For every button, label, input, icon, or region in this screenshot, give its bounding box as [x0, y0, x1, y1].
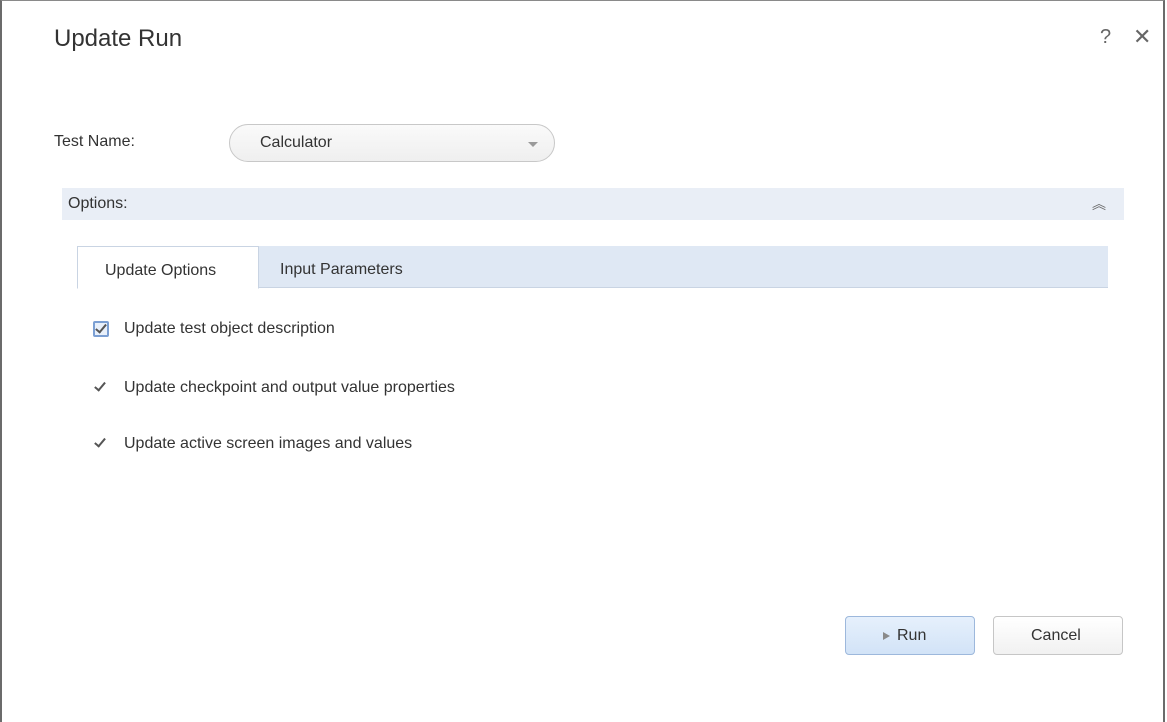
- test-name-label: Test Name:: [54, 133, 135, 150]
- checkbox-checked[interactable]: [93, 435, 109, 452]
- close-icon[interactable]: ✕: [1133, 25, 1151, 49]
- options-label: Options:: [68, 195, 128, 212]
- option-label: Update checkpoint and output value prope…: [124, 379, 455, 396]
- update-run-dialog: Update Run ? ✕ Test Name: Calculator Opt…: [0, 0, 1165, 722]
- checkbox-checked[interactable]: [93, 379, 109, 396]
- checkmark-icon: [94, 435, 106, 448]
- checkmark-icon: [95, 321, 107, 334]
- help-icon[interactable]: ?: [1100, 25, 1111, 49]
- checkmark-icon: [94, 379, 106, 392]
- checkbox-checked[interactable]: [93, 321, 109, 337]
- tab-input-parameters[interactable]: Input Parameters: [259, 246, 459, 288]
- tab-label: Update Options: [105, 262, 217, 279]
- test-name-value: Calculator: [260, 134, 333, 151]
- tab-label: Input Parameters: [280, 261, 403, 278]
- collapse-up-icon[interactable]: ︽: [1092, 194, 1106, 214]
- options-section-header[interactable]: Options: ︽: [62, 188, 1124, 220]
- cancel-button-label: Cancel: [1031, 627, 1081, 644]
- run-button[interactable]: Run: [845, 616, 975, 655]
- chevron-down-icon[interactable]: [528, 142, 538, 147]
- cancel-button[interactable]: Cancel: [993, 616, 1123, 655]
- run-button-label: Run: [897, 627, 927, 644]
- play-icon: [883, 632, 890, 640]
- options-tabstrip: Update Options Input Parameters: [77, 246, 1108, 289]
- dialog-title: Update Run: [54, 25, 183, 52]
- tab-update-options[interactable]: Update Options: [77, 246, 259, 289]
- test-name-dropdown[interactable]: Calculator: [229, 124, 555, 162]
- option-label: Update test object description: [124, 320, 335, 337]
- title-bar: Update Run ? ✕: [2, 1, 1163, 81]
- option-label: Update active screen images and values: [124, 435, 413, 452]
